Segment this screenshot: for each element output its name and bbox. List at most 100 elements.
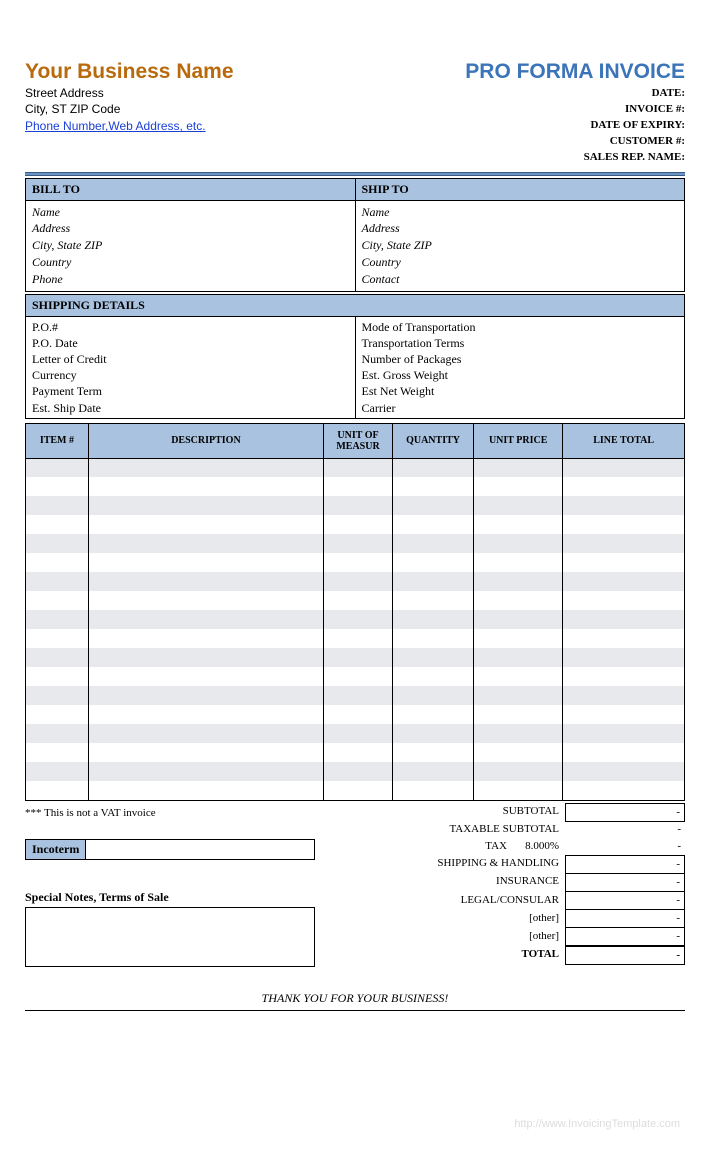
item-cell [324,648,393,667]
item-cell [474,629,563,648]
watermark: http://www.InvoicingTemplate.com [514,1118,680,1130]
item-cell [392,686,473,705]
item-cell [474,705,563,724]
bill-to-name: Name [32,204,349,221]
item-cell [324,686,393,705]
other2-label: [other] [335,928,565,945]
item-cell [474,724,563,743]
item-cell [26,724,89,743]
item-cell [392,534,473,553]
item-cell [474,553,563,572]
meta-invoice-no: INVOICE #: [465,102,685,118]
totals-area: *** This is not a VAT invoice Incoterm S… [25,803,685,967]
business-block: Your Business Name Street Address City, … [25,60,234,166]
item-cell [392,553,473,572]
ship-to-name: Name [362,204,679,221]
shipping-left-col: P.O.# P.O. Date Letter of Credit Currenc… [26,317,355,418]
ship-to-address: Address [362,220,679,237]
shipping-field: Mode of Transportation [362,319,679,335]
item-cell [26,534,89,553]
totals-right: SUBTOTAL- TAXABLE SUBTOTAL- TAX8.000%- S… [335,803,685,967]
col-qty-header: QUANTITY [392,423,473,458]
ship-to-country: Country [362,254,679,271]
shipping-field: P.O.# [32,319,349,335]
col-total-header: LINE TOTAL [563,423,685,458]
other1-label: [other] [335,910,565,927]
other2-value: - [565,927,685,946]
address-section: BILL TO Name Address City, State ZIP Cou… [25,178,685,292]
item-cell [324,553,393,572]
insurance-value: - [565,873,685,892]
tax-label: TAX [335,838,513,855]
item-cell [392,781,473,800]
item-cell [563,572,685,591]
shipping-field: Est. Gross Weight [362,367,679,383]
shipping-field: Est Net Weight [362,383,679,399]
item-cell [26,591,89,610]
item-cell [474,496,563,515]
subtotal-value: - [565,803,685,822]
taxable-value: - [565,821,685,838]
legal-value: - [565,891,685,910]
document-title: PRO FORMA INVOICE [465,60,685,84]
item-cell [324,762,393,781]
item-cell [88,591,323,610]
item-cell [26,553,89,572]
shipping-field: Payment Term [32,383,349,399]
item-cell [88,686,323,705]
item-cell [324,743,393,762]
notes-box [25,907,315,967]
item-cell [392,496,473,515]
item-cell [88,762,323,781]
item-cell [26,515,89,534]
item-cell [563,496,685,515]
item-cell [474,515,563,534]
bill-to-column: BILL TO Name Address City, State ZIP Cou… [26,179,355,291]
item-cell [324,629,393,648]
item-cell [474,610,563,629]
tax-rate: 8.000% [513,838,565,855]
item-cell [474,743,563,762]
meta-customer-no: CUSTOMER #: [465,134,685,150]
item-cell [392,458,473,477]
item-cell [88,648,323,667]
item-cell [324,515,393,534]
shipping-details-header: SHIPPING DETAILS [25,294,685,316]
bill-to-header: BILL TO [26,179,355,201]
item-cell [563,610,685,629]
legal-label: LEGAL/CONSULAR [335,892,565,909]
item-cell [563,458,685,477]
business-street: Street Address [25,86,234,102]
notes-label: Special Notes, Terms of Sale [25,890,327,905]
item-cell [26,686,89,705]
item-cell [474,458,563,477]
bill-to-address: Address [32,220,349,237]
shipping-field: P.O. Date [32,335,349,351]
shipping-field: Currency [32,367,349,383]
col-desc-header: DESCRIPTION [88,423,323,458]
item-cell [392,591,473,610]
doc-meta-block: PRO FORMA INVOICE DATE: INVOICE #: DATE … [465,60,685,166]
item-cell [26,629,89,648]
shipping-field: Est. Ship Date [32,400,349,416]
item-cell [324,781,393,800]
item-cell [563,762,685,781]
item-cell [563,553,685,572]
shipping-field: Letter of Credit [32,351,349,367]
item-cell [563,629,685,648]
shipping-value: - [565,855,685,874]
incoterm-label: Incoterm [26,840,86,859]
item-cell [324,572,393,591]
ship-to-csz: City, State ZIP [362,237,679,254]
item-cell [392,667,473,686]
item-cell [88,458,323,477]
item-cell [474,648,563,667]
item-cell [392,743,473,762]
item-cell [26,705,89,724]
item-cell [563,743,685,762]
thank-you: THANK YOU FOR YOUR BUSINESS! [25,991,685,1006]
business-contact-link[interactable]: Phone Number,Web Address, etc. [25,119,206,133]
item-cell [474,781,563,800]
tax-value: - [565,838,685,855]
item-cell [88,705,323,724]
